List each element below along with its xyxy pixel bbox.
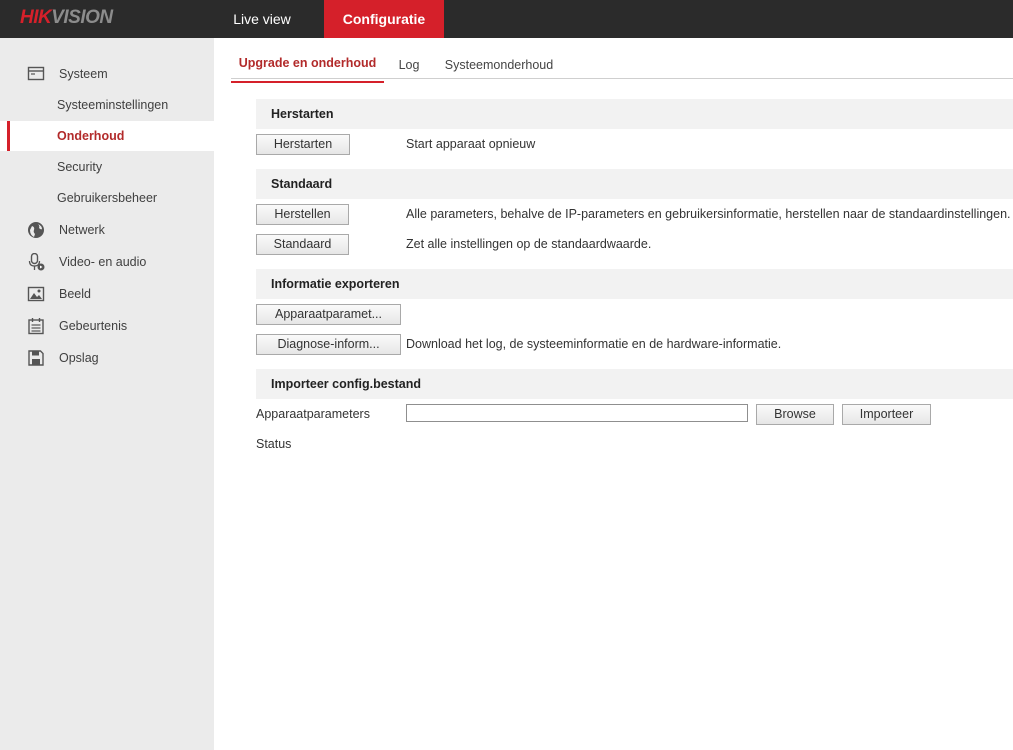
sidebar-subitem-user-management[interactable]: Gebruikersbeheer bbox=[0, 183, 214, 213]
section-heading-default: Standaard bbox=[256, 169, 1013, 199]
logo-text-red: HIK bbox=[20, 7, 52, 28]
section-heading-restart: Herstarten bbox=[256, 99, 1013, 129]
status-label: Status bbox=[256, 437, 292, 451]
top-bar: HIKVISION Live view Configuratie bbox=[0, 0, 1013, 38]
tab-system-maintenance[interactable]: Systeemonderhoud bbox=[439, 58, 559, 84]
sidebar-subitem-maintenance[interactable]: Onderhoud bbox=[0, 121, 214, 151]
default-description: Zet alle instellingen op de standaardwaa… bbox=[406, 237, 652, 251]
sidebar-subitem-label: Security bbox=[57, 160, 103, 174]
microphone-icon bbox=[28, 253, 45, 271]
calendar-icon bbox=[28, 318, 44, 335]
sidebar-item-label: Gebeurtenis bbox=[59, 319, 128, 333]
nav-configuration[interactable]: Configuratie bbox=[324, 0, 444, 38]
globe-icon bbox=[28, 222, 44, 238]
sidebar-item-label: Netwerk bbox=[59, 223, 105, 237]
floppy-disk-icon bbox=[28, 350, 44, 366]
tab-bar: Upgrade en onderhoud Log Systeemonderhou… bbox=[231, 38, 1013, 83]
import-button[interactable]: Importeer bbox=[842, 404, 931, 425]
sidebar-item-network[interactable]: Netwerk bbox=[0, 215, 214, 245]
restart-description: Start apparaat opnieuw bbox=[406, 137, 536, 151]
nav-live-view[interactable]: Live view bbox=[214, 0, 310, 38]
sidebar-item-label: Video- en audio bbox=[59, 255, 147, 269]
sidebar-subitem-security[interactable]: Security bbox=[0, 152, 214, 182]
hikvision-logo: HIKVISION bbox=[20, 8, 113, 28]
section-heading-import: Importeer config.bestand bbox=[256, 369, 1013, 399]
sidebar: Systeem Systeeminstellingen Onderhoud Se… bbox=[0, 38, 214, 750]
sidebar-item-label: Opslag bbox=[59, 351, 99, 365]
restart-button[interactable]: Herstarten bbox=[256, 134, 350, 155]
tab-log[interactable]: Log bbox=[391, 58, 427, 84]
sidebar-subitem-label: Systeeminstellingen bbox=[57, 98, 169, 112]
section-heading-export: Informatie exporteren bbox=[256, 269, 1013, 299]
restore-button[interactable]: Herstellen bbox=[256, 204, 349, 225]
sidebar-item-system[interactable]: Systeem bbox=[0, 59, 214, 89]
sidebar-subitem-label: Onderhoud bbox=[57, 129, 125, 143]
logo-text-grey: VISION bbox=[51, 7, 113, 28]
sidebar-item-image[interactable]: Beeld bbox=[0, 279, 214, 309]
picture-icon bbox=[27, 286, 45, 302]
default-button[interactable]: Standaard bbox=[256, 234, 349, 255]
sidebar-item-label: Beeld bbox=[59, 287, 91, 301]
device-params-label: Apparaatparameters bbox=[256, 407, 370, 421]
window-icon bbox=[27, 66, 45, 81]
sidebar-item-storage[interactable]: Opslag bbox=[0, 343, 214, 373]
diagnose-description: Download het log, de systeeminformatie e… bbox=[406, 337, 782, 351]
sidebar-item-label: Systeem bbox=[59, 67, 108, 81]
sidebar-subitem-system-settings[interactable]: Systeeminstellingen bbox=[0, 90, 214, 120]
export-diagnose-button[interactable]: Diagnose-inform... bbox=[256, 334, 401, 355]
sidebar-item-events[interactable]: Gebeurtenis bbox=[0, 311, 214, 341]
sidebar-subitem-label: Gebruikersbeheer bbox=[57, 191, 158, 205]
config-file-path-input[interactable] bbox=[406, 404, 748, 422]
restore-description: Alle parameters, behalve de IP-parameter… bbox=[406, 207, 1011, 221]
tab-upgrade-maintenance[interactable]: Upgrade en onderhoud bbox=[231, 56, 384, 83]
browse-button[interactable]: Browse bbox=[756, 404, 834, 425]
sidebar-item-video-audio[interactable]: Video- en audio bbox=[0, 247, 214, 277]
export-device-params-button[interactable]: Apparaatparamet... bbox=[256, 304, 401, 325]
